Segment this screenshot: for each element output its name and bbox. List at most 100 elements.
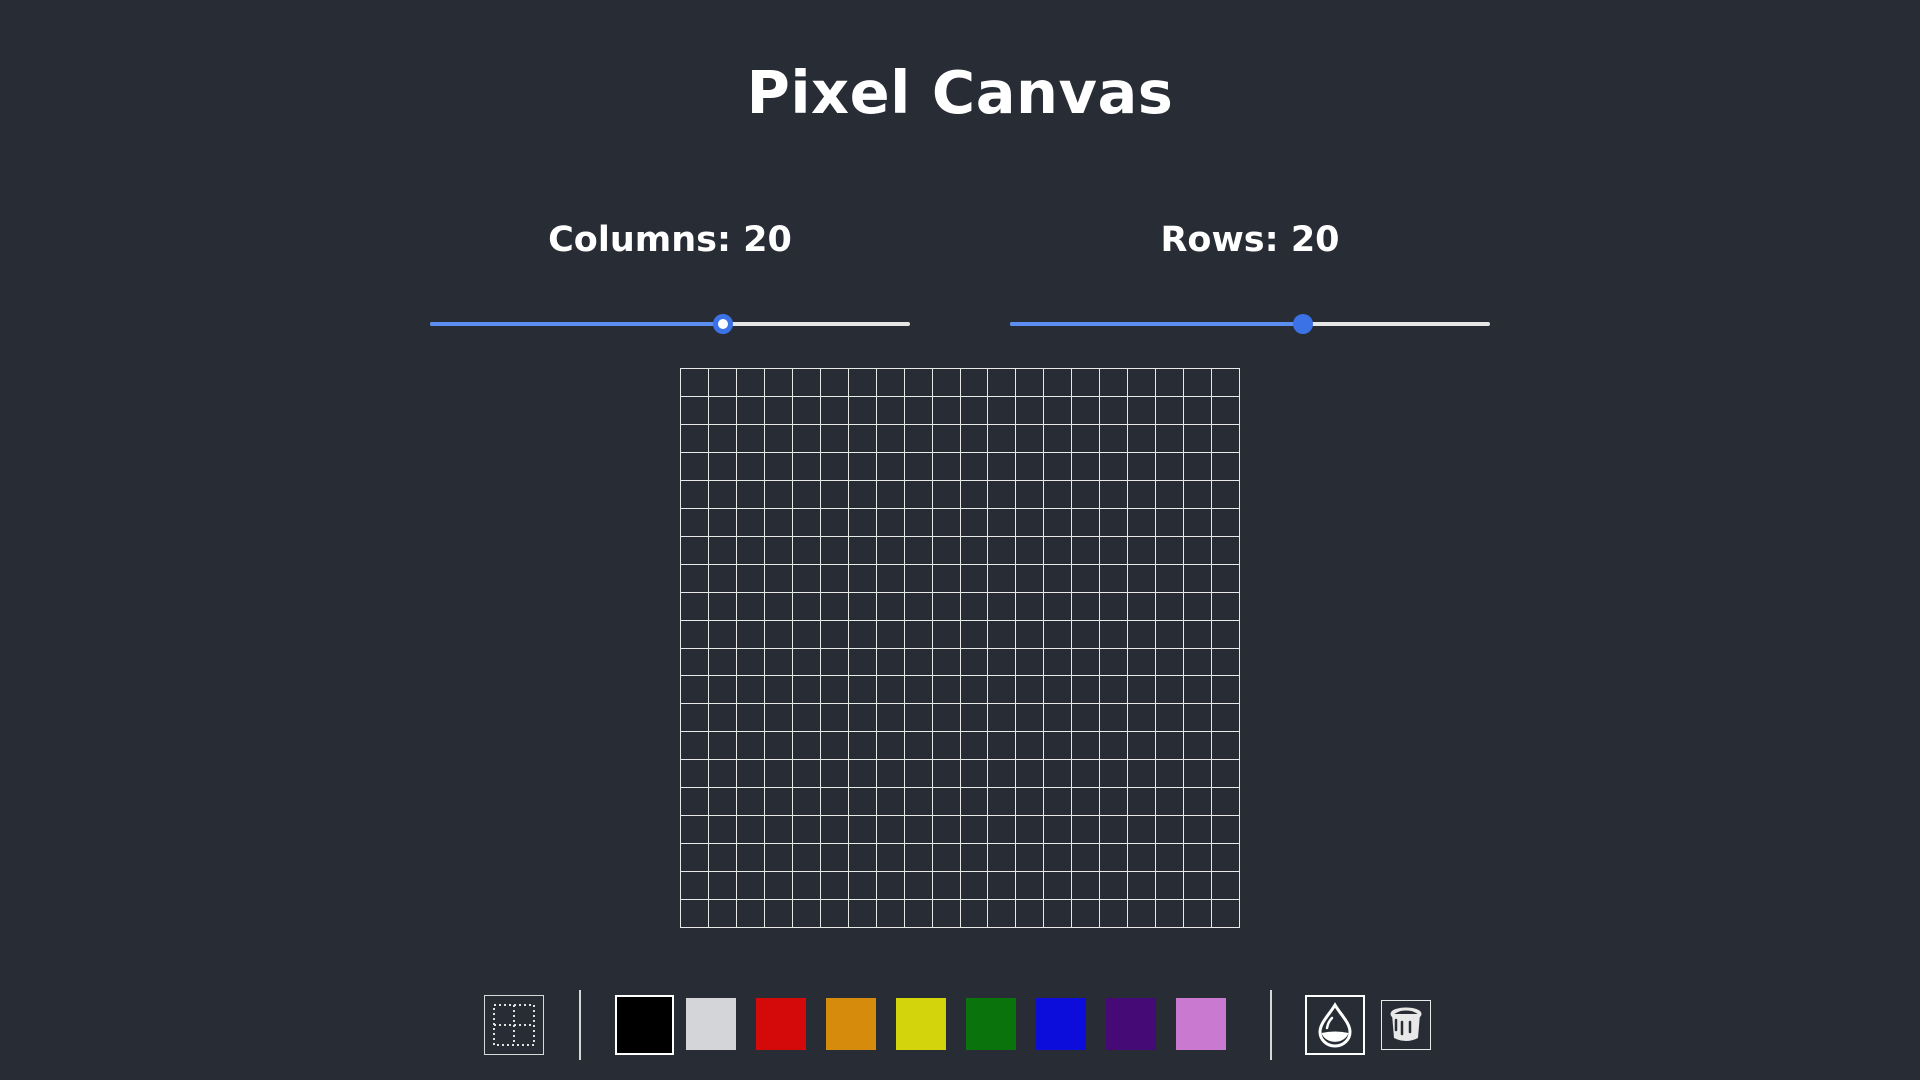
canvas-cell[interactable] <box>1212 424 1240 453</box>
canvas-cell[interactable] <box>904 508 933 537</box>
canvas-cell[interactable] <box>1184 592 1213 621</box>
color-swatch-green[interactable] <box>966 998 1016 1050</box>
canvas-cell[interactable] <box>1100 704 1129 733</box>
canvas-cell[interactable] <box>1184 369 1213 397</box>
canvas-cell[interactable] <box>1156 732 1185 761</box>
canvas-cell[interactable] <box>1100 900 1129 928</box>
canvas-cell[interactable] <box>708 732 737 761</box>
canvas-cell[interactable] <box>1072 872 1101 901</box>
canvas-cell[interactable] <box>1128 396 1157 425</box>
canvas-cell[interactable] <box>960 844 989 873</box>
canvas-cell[interactable] <box>1128 452 1157 481</box>
canvas-cell[interactable] <box>1072 648 1101 677</box>
canvas-cell[interactable] <box>1212 620 1240 649</box>
canvas-cell[interactable] <box>736 704 765 733</box>
canvas-cell[interactable] <box>708 872 737 901</box>
canvas-cell[interactable] <box>1016 508 1045 537</box>
canvas-cell[interactable] <box>681 732 709 761</box>
canvas-cell[interactable] <box>1156 564 1185 593</box>
canvas-cell[interactable] <box>764 844 793 873</box>
canvas-cell[interactable] <box>904 369 933 397</box>
canvas-cell[interactable] <box>932 788 961 817</box>
canvas-cell[interactable] <box>1128 620 1157 649</box>
canvas-cell[interactable] <box>876 396 905 425</box>
canvas-cell[interactable] <box>1044 620 1073 649</box>
canvas-cell[interactable] <box>932 648 961 677</box>
canvas-cell[interactable] <box>1156 872 1185 901</box>
canvas-cell[interactable] <box>988 844 1017 873</box>
canvas-cell[interactable] <box>792 872 821 901</box>
canvas-cell[interactable] <box>988 452 1017 481</box>
canvas-cell[interactable] <box>736 872 765 901</box>
canvas-cell[interactable] <box>1184 872 1213 901</box>
canvas-cell[interactable] <box>681 872 709 901</box>
canvas-cell[interactable] <box>932 676 961 705</box>
canvas-cell[interactable] <box>792 564 821 593</box>
canvas-cell[interactable] <box>1128 844 1157 873</box>
canvas-cell[interactable] <box>960 452 989 481</box>
canvas-cell[interactable] <box>904 424 933 453</box>
canvas-cell[interactable] <box>736 424 765 453</box>
color-swatch-orange[interactable] <box>826 998 876 1050</box>
canvas-cell[interactable] <box>1128 424 1157 453</box>
color-swatch-purple[interactable] <box>1106 998 1156 1050</box>
canvas-cell[interactable] <box>736 620 765 649</box>
canvas-cell[interactable] <box>904 396 933 425</box>
canvas-cell[interactable] <box>1044 592 1073 621</box>
canvas-cell[interactable] <box>820 900 849 928</box>
canvas-cell[interactable] <box>1128 704 1157 733</box>
canvas-cell[interactable] <box>1128 760 1157 789</box>
canvas-cell[interactable] <box>904 480 933 509</box>
canvas-cell[interactable] <box>932 564 961 593</box>
canvas-cell[interactable] <box>1044 508 1073 537</box>
canvas-cell[interactable] <box>848 480 877 509</box>
canvas-cell[interactable] <box>1072 788 1101 817</box>
canvas-cell[interactable] <box>1072 620 1101 649</box>
canvas-cell[interactable] <box>904 844 933 873</box>
canvas-cell[interactable] <box>932 844 961 873</box>
canvas-cell[interactable] <box>708 676 737 705</box>
canvas-cell[interactable] <box>848 536 877 565</box>
canvas-cell[interactable] <box>876 844 905 873</box>
canvas-cell[interactable] <box>848 592 877 621</box>
canvas-cell[interactable] <box>1184 480 1213 509</box>
canvas-cell[interactable] <box>1016 480 1045 509</box>
canvas-cell[interactable] <box>1044 816 1073 845</box>
canvas-cell[interactable] <box>736 760 765 789</box>
canvas-cell[interactable] <box>848 872 877 901</box>
canvas-cell[interactable] <box>876 872 905 901</box>
canvas-cell[interactable] <box>876 648 905 677</box>
columns-slider-thumb[interactable] <box>712 314 733 334</box>
canvas-cell[interactable] <box>764 620 793 649</box>
canvas-cell[interactable] <box>820 452 849 481</box>
canvas-cell[interactable] <box>904 452 933 481</box>
canvas-cell[interactable] <box>1128 788 1157 817</box>
color-swatch-blue[interactable] <box>1036 998 1086 1050</box>
canvas-cell[interactable] <box>1016 536 1045 565</box>
canvas-cell[interactable] <box>1156 648 1185 677</box>
canvas-cell[interactable] <box>876 369 905 397</box>
canvas-cell[interactable] <box>708 424 737 453</box>
canvas-cell[interactable] <box>681 536 709 565</box>
canvas-cell[interactable] <box>736 508 765 537</box>
canvas-cell[interactable] <box>708 704 737 733</box>
canvas-cell[interactable] <box>736 732 765 761</box>
canvas-cell[interactable] <box>988 508 1017 537</box>
canvas-cell[interactable] <box>848 760 877 789</box>
canvas-cell[interactable] <box>1184 536 1213 565</box>
canvas-cell[interactable] <box>792 900 821 928</box>
canvas-cell[interactable] <box>1016 732 1045 761</box>
canvas-cell[interactable] <box>988 732 1017 761</box>
canvas-cell[interactable] <box>764 480 793 509</box>
canvas-cell[interactable] <box>736 788 765 817</box>
canvas-cell[interactable] <box>792 760 821 789</box>
canvas-cell[interactable] <box>904 816 933 845</box>
canvas-cell[interactable] <box>848 564 877 593</box>
canvas-cell[interactable] <box>1044 872 1073 901</box>
canvas-cell[interactable] <box>1156 704 1185 733</box>
canvas-cell[interactable] <box>1016 816 1045 845</box>
canvas-cell[interactable] <box>764 396 793 425</box>
canvas-cell[interactable] <box>876 620 905 649</box>
canvas-cell[interactable] <box>1044 760 1073 789</box>
canvas-cell[interactable] <box>708 592 737 621</box>
